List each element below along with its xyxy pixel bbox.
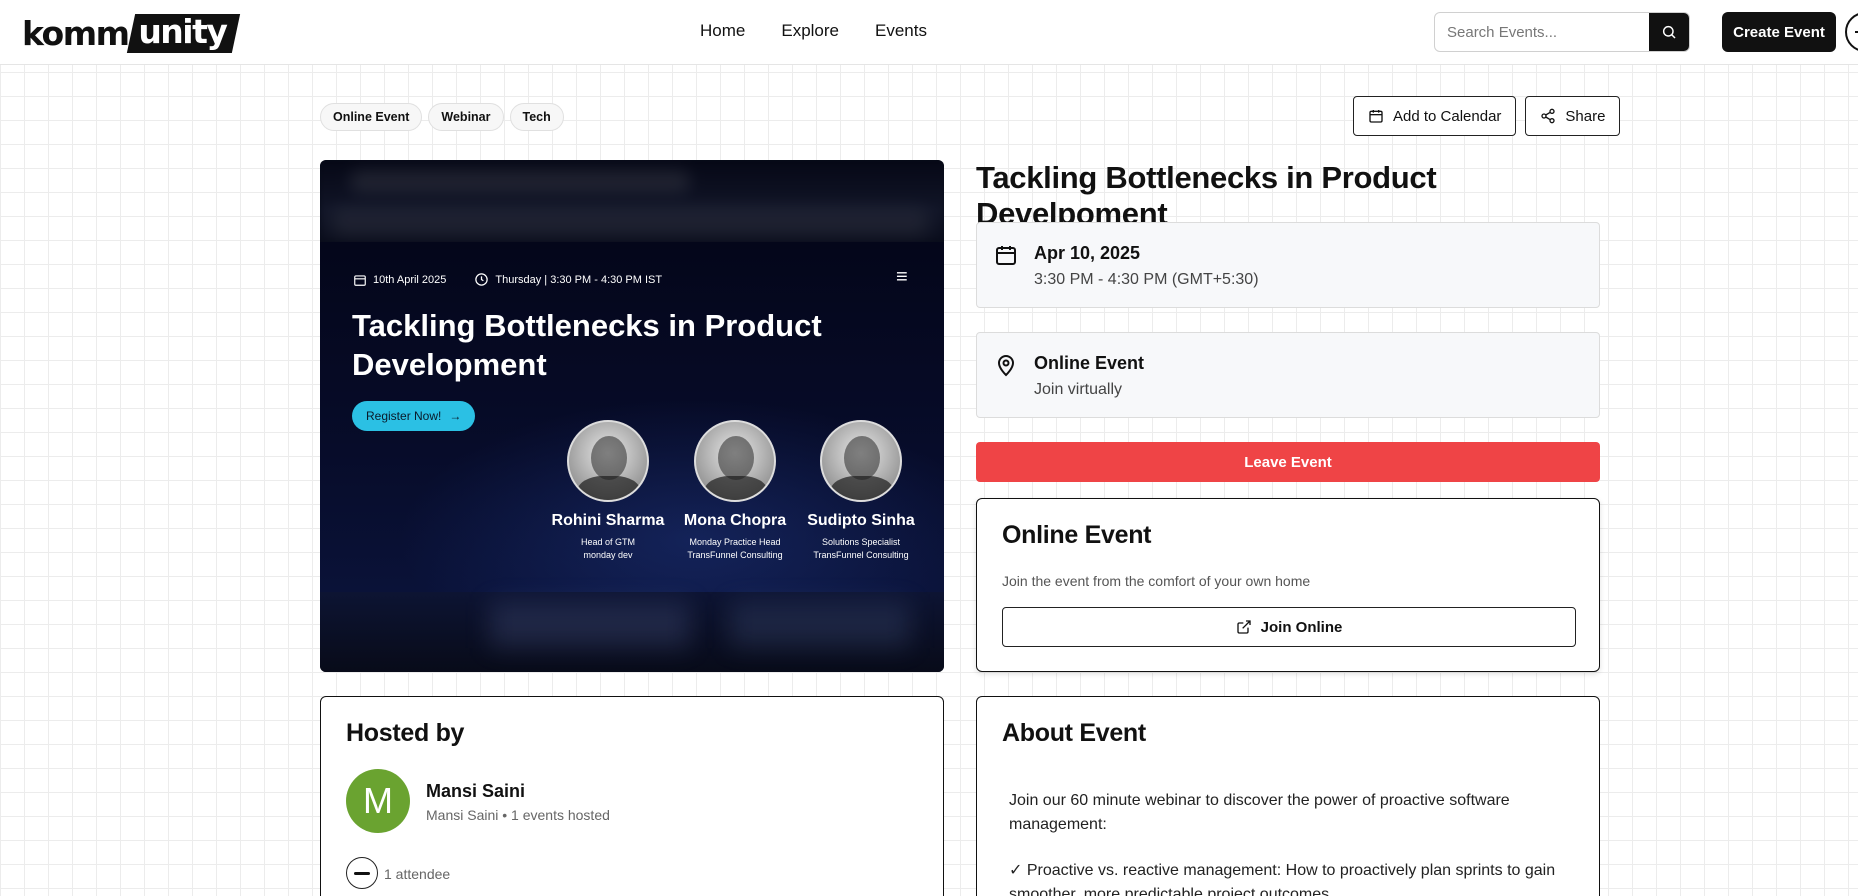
speaker-role: Solutions Specialist TransFunnel Consulti… bbox=[796, 536, 926, 562]
create-event-button[interactable]: Create Event bbox=[1722, 12, 1836, 52]
host-name[interactable]: Mansi Saini bbox=[426, 781, 525, 802]
add-to-calendar-button[interactable]: Add to Calendar bbox=[1353, 96, 1517, 136]
online-event-card: Online Event Join the event from the com… bbox=[976, 498, 1600, 672]
join-online-label: Join Online bbox=[1260, 618, 1343, 636]
attendee-logo-icon bbox=[354, 871, 370, 875]
main-nav: Home Explore Events bbox=[700, 21, 927, 41]
speaker-card: Sudipto Sinha Solutions Specialist TransF… bbox=[796, 420, 926, 562]
speaker-name: Mona Chopra bbox=[683, 512, 787, 529]
location-card: Online Event Join virtually bbox=[976, 332, 1600, 418]
share-icon bbox=[1541, 108, 1556, 124]
event-actions: Add to Calendar Share bbox=[1353, 96, 1621, 136]
clock-icon bbox=[475, 273, 489, 286]
banner-blur-bottom bbox=[320, 592, 944, 672]
share-label: Share bbox=[1565, 107, 1606, 125]
speaker-role-line2: monday dev bbox=[583, 550, 633, 560]
event-time: 3:30 PM - 4:30 PM (GMT+5:30) bbox=[1034, 271, 1259, 288]
search-box bbox=[1434, 12, 1690, 52]
share-button[interactable]: Share bbox=[1525, 96, 1621, 136]
logo-text-left: komm bbox=[22, 13, 130, 53]
speaker-name: Sudipto Sinha bbox=[807, 512, 915, 529]
attendee-avatar[interactable] bbox=[346, 857, 378, 889]
about-heading: About Event bbox=[1002, 719, 1146, 747]
about-paragraph: ✓ Proactive vs. reactive management: How… bbox=[1009, 862, 1556, 896]
nav-explore[interactable]: Explore bbox=[781, 21, 839, 41]
about-paragraph: Join our 60 minute webinar to discover t… bbox=[1009, 792, 1510, 833]
speaker-photo bbox=[694, 420, 776, 502]
speaker-role-line1: Monday Practice Head bbox=[689, 537, 781, 547]
about-description: Join our 60 minute webinar to discover t… bbox=[1009, 789, 1569, 896]
hosted-by-card: Hosted by M Mansi Saini Mansi Saini • 1 … bbox=[320, 696, 944, 896]
leave-event-button[interactable]: Leave Event bbox=[976, 442, 1600, 482]
event-banner-image: 10th April 2025 Thursday | 3:30 PM - 4:3… bbox=[320, 160, 944, 672]
banner-time-text: Thursday | 3:30 PM - 4:30 PM IST bbox=[495, 273, 663, 286]
event-tags: Online Event Webinar Tech bbox=[320, 103, 564, 131]
external-link-icon bbox=[1236, 620, 1251, 634]
calendar-icon bbox=[1369, 110, 1383, 123]
online-card-title: Online Event bbox=[1002, 521, 1152, 549]
search-input[interactable] bbox=[1435, 13, 1645, 51]
speaker-name: Rohini Sharma bbox=[551, 512, 665, 529]
speaker-role-line1: Head of GTM bbox=[580, 537, 636, 547]
tag-webinar[interactable]: Webinar bbox=[428, 103, 504, 131]
arrow-right-icon: → bbox=[449, 409, 462, 423]
online-card-description: Join the event from the comfort of your … bbox=[1002, 573, 1311, 589]
banner-meta: 10th April 2025 Thursday | 3:30 PM - 4:3… bbox=[353, 272, 662, 287]
tag-online-event[interactable]: Online Event bbox=[320, 103, 423, 131]
speaker-photo bbox=[567, 420, 649, 502]
location-sub: Join virtually bbox=[1034, 381, 1123, 398]
transfunnel-logo-icon: ≡ bbox=[896, 266, 908, 288]
banner-register-label: Register Now! bbox=[366, 409, 442, 423]
banner-time: Thursday | 3:30 PM - 4:30 PM IST bbox=[474, 272, 662, 287]
banner-date: 10th April 2025 bbox=[353, 272, 446, 287]
banner-title: Tackling Bottlenecks in Product Developm… bbox=[352, 308, 822, 382]
host-avatar[interactable]: M bbox=[346, 769, 410, 833]
event-date: Apr 10, 2025 bbox=[1034, 243, 1141, 263]
banner-blur-top bbox=[320, 160, 944, 242]
search-icon bbox=[1662, 25, 1676, 39]
logo-text-right-box: unity bbox=[126, 11, 240, 53]
top-navbar: komm unity Home Explore Events Create Ev… bbox=[0, 0, 1858, 65]
tag-tech[interactable]: Tech bbox=[509, 103, 564, 131]
date-time-card: Apr 10, 2025 3:30 PM - 4:30 PM (GMT+5:30… bbox=[976, 222, 1600, 308]
speaker-card: Mona Chopra Monday Practice Head TransFun… bbox=[670, 420, 800, 562]
speaker-role-line2: TransFunnel Consulting bbox=[687, 550, 783, 560]
speaker-role-line2: TransFunnel Consulting bbox=[813, 550, 909, 560]
user-menu-button[interactable] bbox=[1845, 12, 1858, 52]
banner-date-text: 10th April 2025 bbox=[373, 273, 447, 286]
hosted-by-heading: Hosted by bbox=[346, 719, 465, 747]
search-button[interactable] bbox=[1649, 13, 1689, 51]
nav-events[interactable]: Events bbox=[875, 21, 927, 41]
logo-text-right: unity bbox=[137, 11, 226, 51]
speaker-role: Head of GTM monday dev bbox=[543, 536, 673, 562]
calendar-icon bbox=[996, 246, 1016, 265]
about-event-card: About Event Join our 60 minute webinar t… bbox=[976, 696, 1600, 896]
banner-register-button: Register Now! → bbox=[352, 401, 476, 431]
calendar-icon bbox=[354, 274, 366, 286]
kommunity-logo[interactable]: komm unity bbox=[22, 11, 240, 53]
host-subtitle: Mansi Saini • 1 events hosted bbox=[426, 807, 610, 823]
join-online-button[interactable]: Join Online bbox=[1002, 607, 1576, 647]
speaker-role-line1: Solutions Specialist bbox=[821, 537, 901, 547]
location-title: Online Event bbox=[1034, 353, 1145, 373]
add-to-calendar-label: Add to Calendar bbox=[1393, 107, 1502, 125]
attendee-count[interactable]: 1 attendee bbox=[384, 866, 450, 882]
nav-home[interactable]: Home bbox=[700, 21, 745, 41]
speaker-role: Monday Practice Head TransFunnel Consulti… bbox=[670, 536, 800, 562]
speaker-card: Rohini Sharma Head of GTM monday dev bbox=[543, 420, 673, 562]
speaker-photo bbox=[820, 420, 902, 502]
map-pin-icon bbox=[997, 355, 1015, 377]
